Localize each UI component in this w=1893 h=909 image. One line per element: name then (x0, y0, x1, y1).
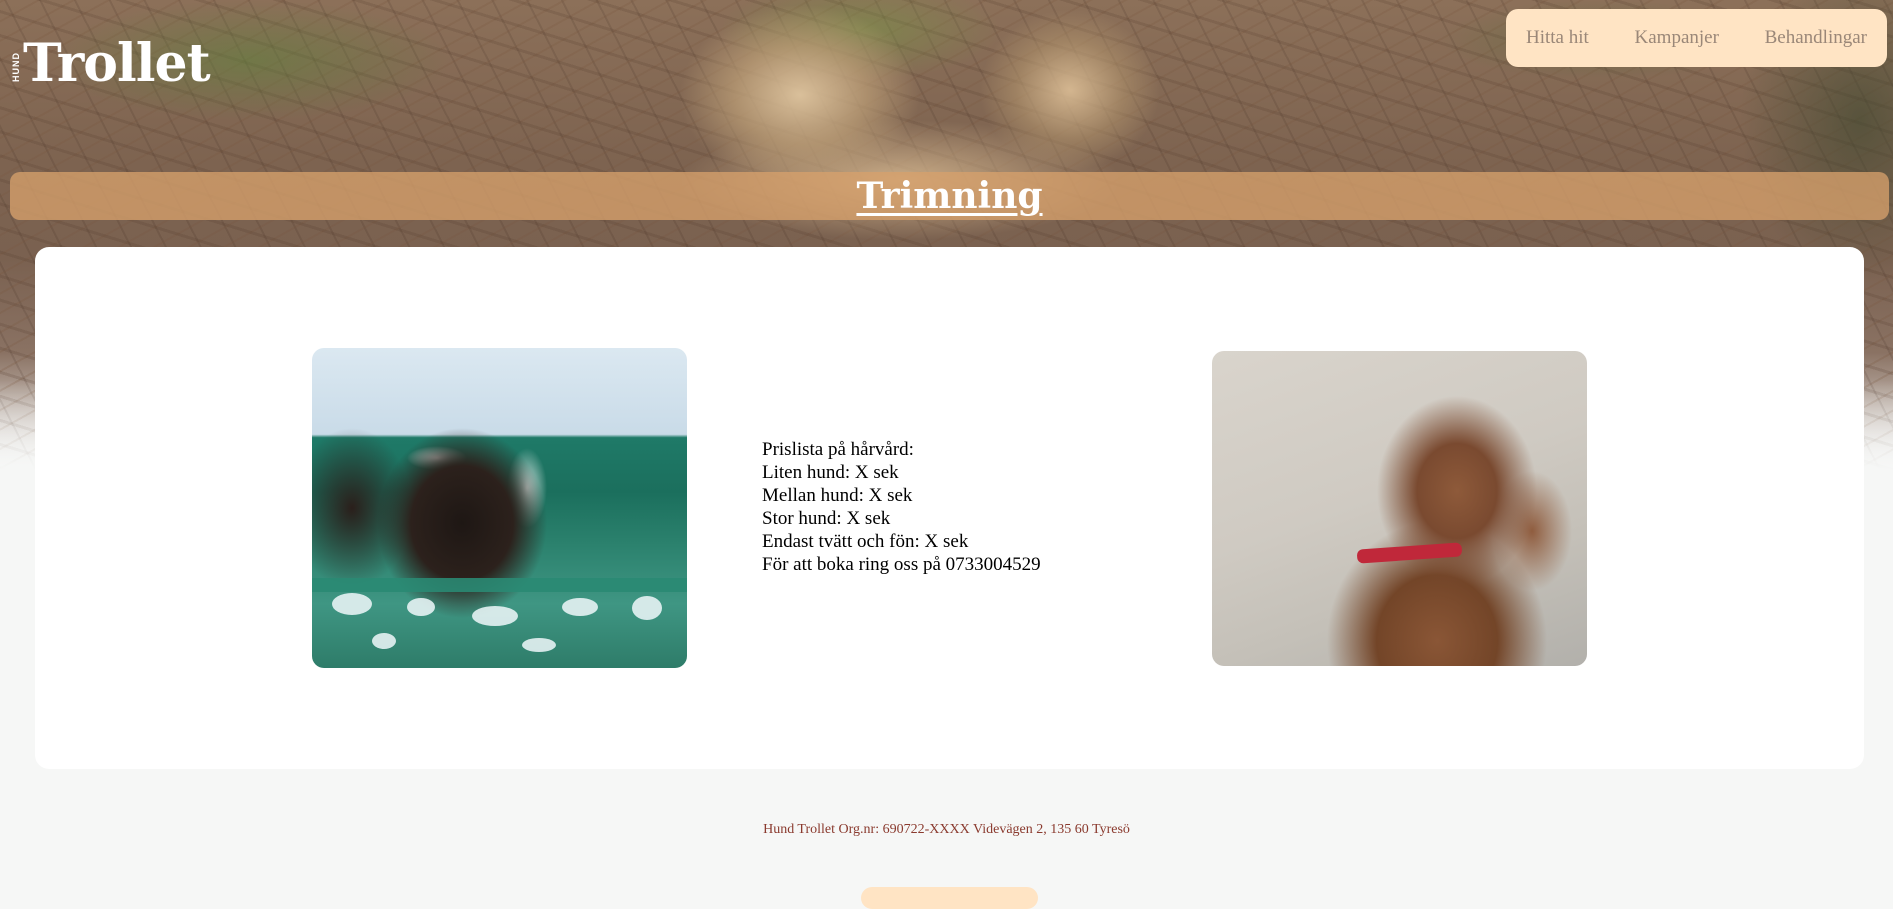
tub-rim (312, 578, 687, 592)
foam (372, 633, 396, 649)
page-title-band: Trimning (10, 172, 1889, 220)
foam (332, 593, 372, 615)
footer-address: Hund Trollet Org.nr: 690722-XXXX Videväg… (763, 822, 1130, 837)
main-nav: Hitta hit Kampanjer Behandlingar (1506, 9, 1887, 67)
foam (407, 598, 435, 616)
foam (522, 638, 556, 652)
nav-item-behandlingar[interactable]: Behandlingar (1765, 27, 1867, 49)
logo-small-text: HUND (11, 52, 21, 82)
nav-item-hitta-hit[interactable]: Hitta hit (1526, 27, 1589, 49)
logo-text: Trollet (23, 33, 211, 94)
footer-button[interactable] (861, 887, 1038, 909)
dog-bath-photo (312, 348, 687, 668)
nav-item-kampanjer[interactable]: Kampanjer (1635, 27, 1719, 49)
page-title: Trimning (856, 175, 1043, 217)
collar (1356, 542, 1463, 564)
booking-phone: För att boka ring oss på 0733004529 (762, 554, 1041, 575)
foam (472, 606, 518, 626)
site-logo[interactable]: HUND Trollet (11, 33, 211, 94)
foam (562, 598, 598, 616)
price-list-heading: Prislista på hårvård: (762, 439, 914, 460)
price-wash-dry: Endast tvätt och fön: X sek (762, 531, 969, 552)
price-small-dog: Liten hund: X sek (762, 462, 899, 483)
price-list: Prislista på hårvård: Liten hund: X sek … (762, 438, 1142, 576)
price-large-dog: Stor hund: X sek (762, 508, 891, 529)
price-medium-dog: Mellan hund: X sek (762, 485, 913, 506)
foam (632, 596, 662, 620)
poodle-photo (1212, 351, 1587, 666)
